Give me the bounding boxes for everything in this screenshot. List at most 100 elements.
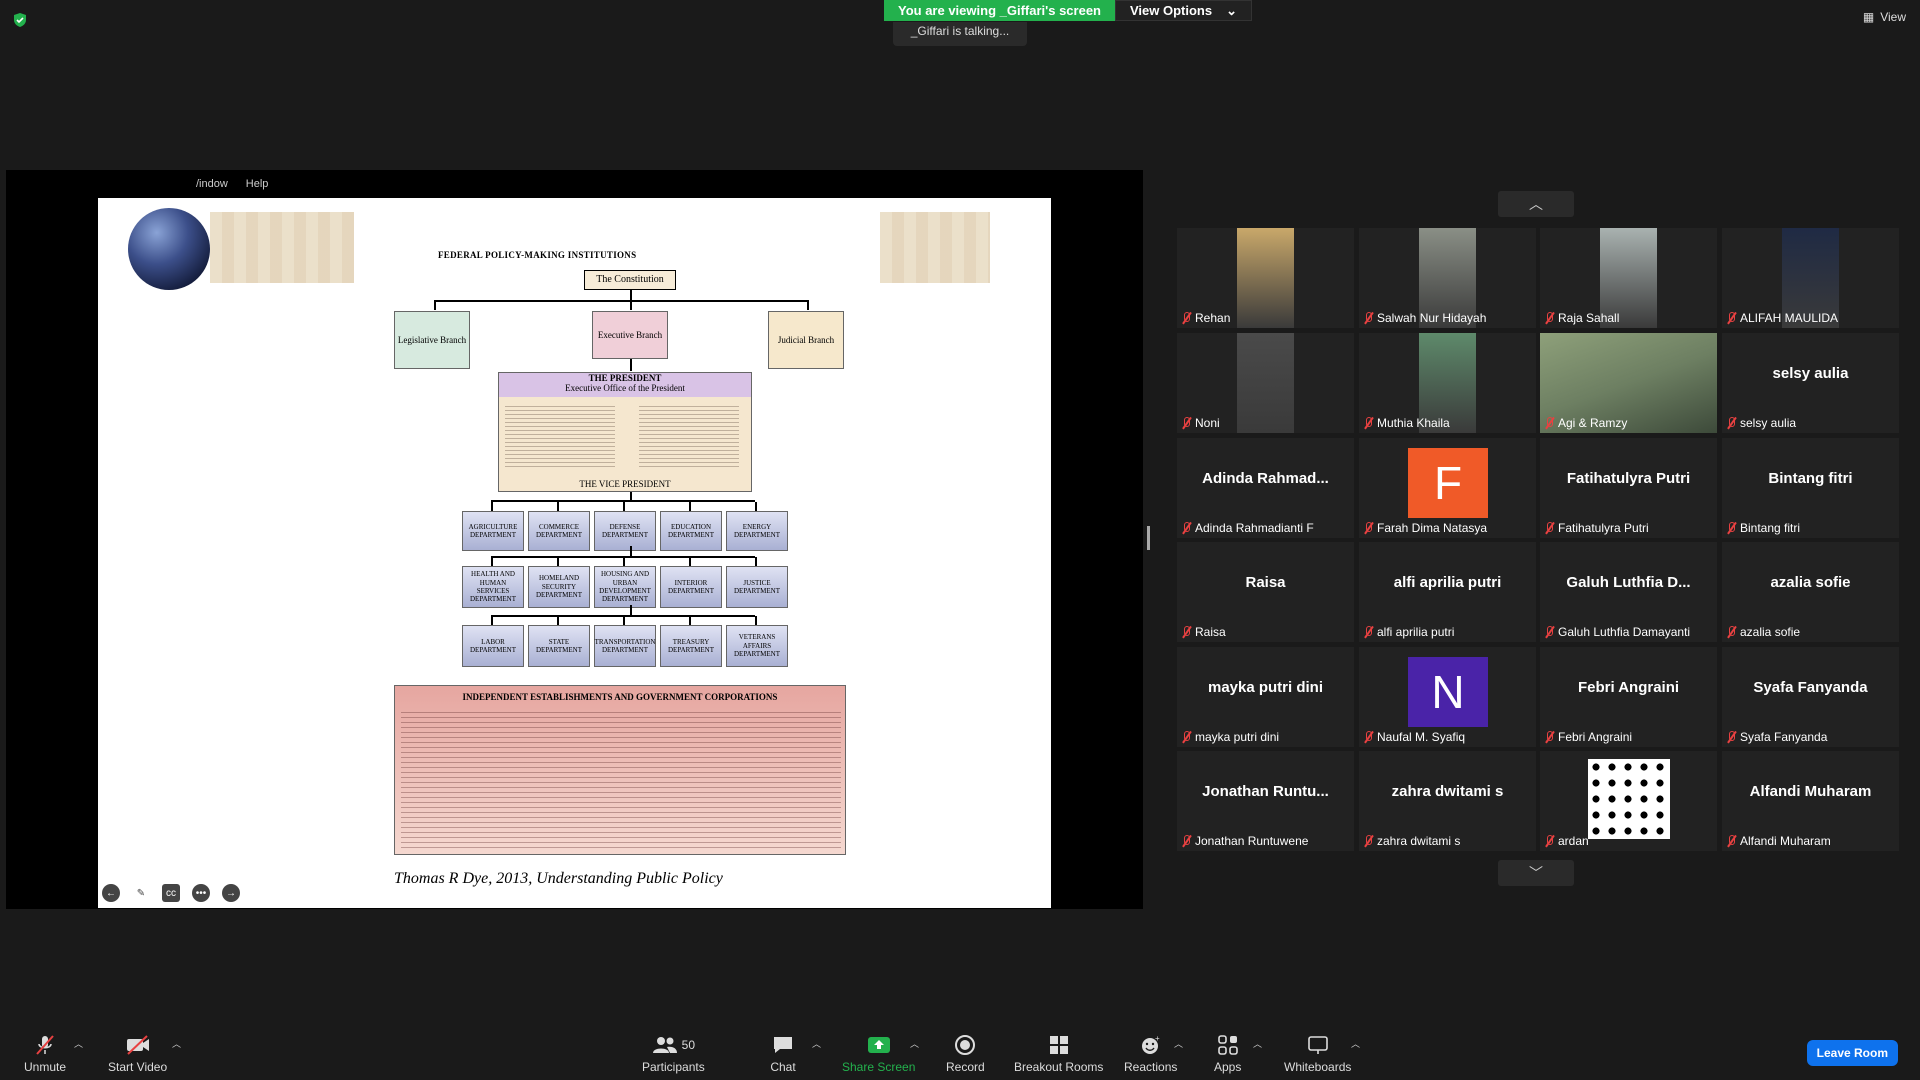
chat-options-caret-icon[interactable]: ︿ <box>812 1037 821 1050</box>
record-button[interactable]: Record <box>946 1034 985 1074</box>
microphone-muted-icon <box>1181 835 1191 847</box>
independent-establishments-box: INDEPENDENT ESTABLISHMENTS AND GOVERNMEN… <box>394 685 846 855</box>
captions-icon[interactable]: cc <box>162 884 180 902</box>
viewing-banner: You are viewing _Giffari's screen View O… <box>884 0 1253 21</box>
participant-display-name: Jonathan Runtu... <box>1202 783 1329 800</box>
participant-tile[interactable]: Rehan <box>1177 228 1354 328</box>
reactions-caret-icon[interactable]: ︿ <box>1174 1037 1183 1050</box>
participant-tile[interactable]: mayka putri dini mayka putri dini <box>1177 647 1354 747</box>
department-box: ENERGY DEPARTMENT <box>726 511 788 551</box>
apps-button[interactable]: Apps <box>1214 1034 1241 1074</box>
participant-name-label: Muthia Khaila <box>1363 416 1450 430</box>
constitution-box: The Constitution <box>584 270 676 290</box>
security-shield-icon[interactable] <box>12 12 28 28</box>
participant-name-label: Febri Angraini <box>1544 730 1632 744</box>
participant-name-label: Naufal M. Syafiq <box>1363 730 1465 744</box>
participant-tile[interactable]: Raisa Raisa <box>1177 542 1354 642</box>
participant-tile[interactable]: alfi aprilia putri alfi aprilia putri <box>1359 542 1536 642</box>
reactions-button[interactable]: + Reactions <box>1124 1034 1177 1074</box>
participant-tile[interactable]: Salwah Nur Hidayah <box>1359 228 1536 328</box>
participant-video <box>1237 333 1294 433</box>
svg-text:+: + <box>1155 1034 1160 1043</box>
whiteboards-button[interactable]: Whiteboards <box>1284 1034 1351 1074</box>
participant-tile[interactable]: F Farah Dima Natasya <box>1359 438 1536 538</box>
participant-tile[interactable]: Febri Angraini Febri Angraini <box>1540 647 1717 747</box>
participant-display-name: Fatihatulyra Putri <box>1566 470 1691 487</box>
presentation-slide: FEDERAL POLICY-MAKING INSTITUTIONS The C… <box>98 198 1051 908</box>
whiteboards-caret-icon[interactable]: ︿ <box>1351 1037 1360 1050</box>
department-box: VETERANS AFFAIRS DEPARTMENT <box>726 625 788 667</box>
department-box: HOMELAND SECURITY DEPARTMENT <box>528 566 590 608</box>
apps-icon <box>1215 1034 1241 1056</box>
participant-display-name: Febri Angraini <box>1577 679 1680 696</box>
record-label: Record <box>946 1060 985 1074</box>
participant-name-label: ALIFAH MAULIDA <box>1726 311 1838 325</box>
participant-tile[interactable]: Syafa Fanyanda Syafa Fanyanda <box>1722 647 1899 747</box>
next-slide-icon[interactable]: → <box>222 884 240 902</box>
microphone-muted-icon <box>1544 417 1554 429</box>
talking-indicator: _Giffari is talking... <box>893 22 1027 46</box>
audio-options-caret-icon[interactable]: ︿ <box>74 1037 83 1050</box>
participant-tile[interactable]: Bintang fitri Bintang fitri <box>1722 438 1899 538</box>
share-options-caret-icon[interactable]: ︿ <box>910 1037 919 1050</box>
apps-caret-icon[interactable]: ︿ <box>1253 1037 1262 1050</box>
department-connector <box>557 557 559 566</box>
chevron-down-icon: ﹀ <box>1529 865 1543 881</box>
participant-name: Agi & Ramzy <box>1558 416 1628 430</box>
participant-tile[interactable]: Raja Sahall <box>1540 228 1717 328</box>
department-box: HOUSING AND URBAN DEVELOPMENT DEPARTMENT <box>594 566 656 608</box>
participant-tile[interactable]: Fatihatulyra Putri Fatihatulyra Putri <box>1540 438 1717 538</box>
start-video-button[interactable]: Start Video <box>108 1034 167 1074</box>
independent-agency-list <box>401 708 841 848</box>
reactions-label: Reactions <box>1124 1060 1178 1074</box>
participant-tile[interactable]: Galuh Luthfia D... Galuh Luthfia Damayant… <box>1540 542 1717 642</box>
department-box: TREASURY DEPARTMENT <box>660 625 722 667</box>
participant-tile[interactable]: ardan <box>1540 751 1717 851</box>
view-button[interactable]: ▦ View <box>1863 10 1906 24</box>
participant-tile[interactable]: selsy aulia selsy aulia <box>1722 333 1899 433</box>
splitter-handle[interactable] <box>1147 526 1150 550</box>
video-options-caret-icon[interactable]: ︿ <box>172 1037 181 1050</box>
chat-icon <box>770 1034 796 1056</box>
participant-name: Febri Angraini <box>1558 730 1633 744</box>
participant-tile[interactable]: Agi & Ramzy <box>1540 333 1717 433</box>
independent-title: INDEPENDENT ESTABLISHMENTS AND GOVERNMEN… <box>462 692 778 702</box>
department-connector <box>491 616 493 625</box>
more-options-icon[interactable]: ••• <box>192 884 210 902</box>
department-box: HEALTH AND HUMAN SERVICES DEPARTMENT <box>462 566 524 608</box>
participants-label: Participants <box>642 1060 705 1074</box>
share-screen-button[interactable]: Share Screen <box>842 1034 915 1074</box>
participant-tile[interactable]: Adinda Rahmad... Adinda Rahmadianti F <box>1177 438 1354 538</box>
breakout-rooms-button[interactable]: Breakout Rooms <box>1014 1034 1103 1074</box>
participant-name-label: Syafa Fanyanda <box>1726 730 1827 744</box>
participant-tile[interactable]: Noni <box>1177 333 1354 433</box>
unmute-button[interactable]: Unmute <box>24 1034 66 1074</box>
pen-icon[interactable]: ✎ <box>132 884 150 902</box>
chat-button[interactable]: Chat <box>770 1034 796 1074</box>
participants-button[interactable]: 50 Participants <box>642 1034 705 1074</box>
leave-room-button[interactable]: Leave Room <box>1806 1040 1898 1066</box>
participant-tile[interactable]: zahra dwitami s zahra dwitami s <box>1359 751 1536 851</box>
shared-screen[interactable]: /indow Help FEDERAL POLICY-MAKING INSTIT… <box>6 170 1143 909</box>
participant-tile[interactable]: ALIFAH MAULIDA <box>1722 228 1899 328</box>
view-options-button[interactable]: View Options ⌄ <box>1115 0 1253 21</box>
microphone-muted-icon <box>1544 522 1554 534</box>
participant-tile[interactable]: Muthia Khaila <box>1359 333 1536 433</box>
participant-tile[interactable]: Jonathan Runtu... Jonathan Runtuwene <box>1177 751 1354 851</box>
department-connector <box>491 502 493 511</box>
participant-tile[interactable]: N Naufal M. Syafiq <box>1359 647 1536 747</box>
share-screen-label: Share Screen <box>842 1060 916 1074</box>
department-connector <box>630 546 632 556</box>
gallery-page-up-button[interactable]: ︿ <box>1498 191 1574 217</box>
microphone-muted-icon <box>1363 835 1373 847</box>
participant-display-name: azalia sofie <box>1770 574 1851 591</box>
participant-tile[interactable]: azalia sofie azalia sofie <box>1722 542 1899 642</box>
gallery-page-down-button[interactable]: ﹀ <box>1498 860 1574 886</box>
department-box: INTERIOR DEPARTMENT <box>660 566 722 608</box>
slide-title: FEDERAL POLICY-MAKING INSTITUTIONS <box>438 250 637 260</box>
participant-tile[interactable]: Alfandi Muharam Alfandi Muharam <box>1722 751 1899 851</box>
previous-slide-icon[interactable]: ← <box>102 884 120 902</box>
participant-name: ardan <box>1558 834 1589 848</box>
microphone-muted-icon <box>1363 626 1373 638</box>
participant-name: azalia sofie <box>1740 625 1801 639</box>
